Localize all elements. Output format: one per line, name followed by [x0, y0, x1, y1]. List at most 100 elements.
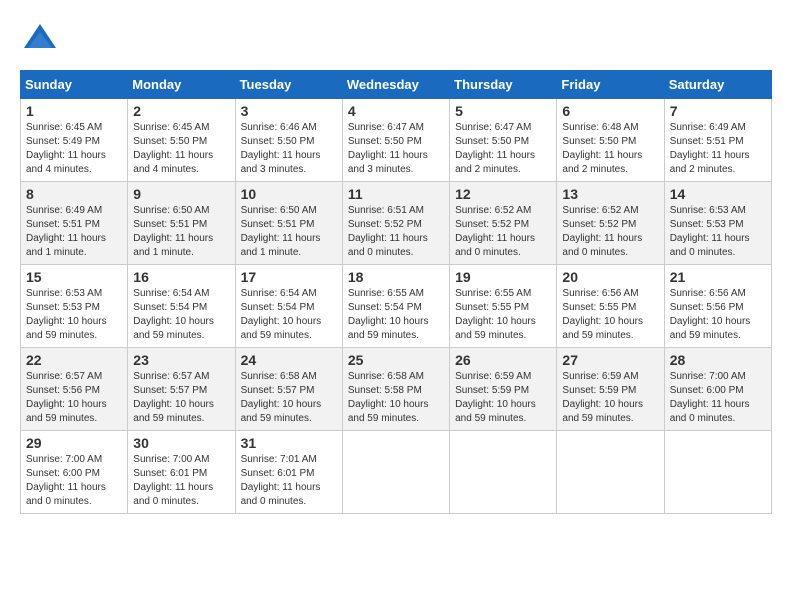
calendar-cell: 27 Sunrise: 6:59 AM Sunset: 5:59 PM Dayl…: [557, 348, 664, 431]
calendar-cell: 22 Sunrise: 6:57 AM Sunset: 5:56 PM Dayl…: [21, 348, 128, 431]
calendar-cell: 23 Sunrise: 6:57 AM Sunset: 5:57 PM Dayl…: [128, 348, 235, 431]
day-number: 30: [133, 435, 229, 451]
calendar-cell: 7 Sunrise: 6:49 AM Sunset: 5:51 PM Dayli…: [664, 99, 771, 182]
day-number: 31: [241, 435, 337, 451]
day-number: 25: [348, 352, 444, 368]
calendar-cell: 4 Sunrise: 6:47 AM Sunset: 5:50 PM Dayli…: [342, 99, 449, 182]
page-header: [20, 20, 772, 60]
logo: [20, 20, 64, 60]
day-info: Sunrise: 6:57 AM Sunset: 5:56 PM Dayligh…: [26, 370, 122, 426]
weekday-header-tuesday: Tuesday: [235, 71, 342, 99]
day-info: Sunrise: 6:52 AM Sunset: 5:52 PM Dayligh…: [455, 204, 551, 260]
day-number: 1: [26, 103, 122, 119]
day-number: 3: [241, 103, 337, 119]
day-info: Sunrise: 7:00 AM Sunset: 6:00 PM Dayligh…: [26, 453, 122, 509]
calendar-cell: 16 Sunrise: 6:54 AM Sunset: 5:54 PM Dayl…: [128, 265, 235, 348]
day-info: Sunrise: 6:55 AM Sunset: 5:55 PM Dayligh…: [455, 287, 551, 343]
day-number: 26: [455, 352, 551, 368]
day-number: 4: [348, 103, 444, 119]
logo-icon: [20, 20, 60, 60]
day-info: Sunrise: 7:01 AM Sunset: 6:01 PM Dayligh…: [241, 453, 337, 509]
day-number: 7: [670, 103, 766, 119]
day-info: Sunrise: 6:47 AM Sunset: 5:50 PM Dayligh…: [455, 121, 551, 177]
weekday-header-wednesday: Wednesday: [342, 71, 449, 99]
day-number: 8: [26, 186, 122, 202]
day-number: 11: [348, 186, 444, 202]
day-info: Sunrise: 6:54 AM Sunset: 5:54 PM Dayligh…: [241, 287, 337, 343]
day-info: Sunrise: 6:58 AM Sunset: 5:57 PM Dayligh…: [241, 370, 337, 426]
weekday-header-row: SundayMondayTuesdayWednesdayThursdayFrid…: [21, 71, 772, 99]
day-info: Sunrise: 6:50 AM Sunset: 5:51 PM Dayligh…: [241, 204, 337, 260]
day-number: 12: [455, 186, 551, 202]
day-info: Sunrise: 6:48 AM Sunset: 5:50 PM Dayligh…: [562, 121, 658, 177]
day-number: 6: [562, 103, 658, 119]
day-info: Sunrise: 6:49 AM Sunset: 5:51 PM Dayligh…: [670, 121, 766, 177]
calendar-week-row: 1 Sunrise: 6:45 AM Sunset: 5:49 PM Dayli…: [21, 99, 772, 182]
day-number: 28: [670, 352, 766, 368]
calendar-cell: 28 Sunrise: 7:00 AM Sunset: 6:00 PM Dayl…: [664, 348, 771, 431]
day-info: Sunrise: 6:55 AM Sunset: 5:54 PM Dayligh…: [348, 287, 444, 343]
day-info: Sunrise: 6:59 AM Sunset: 5:59 PM Dayligh…: [455, 370, 551, 426]
day-number: 5: [455, 103, 551, 119]
day-number: 20: [562, 269, 658, 285]
calendar-cell: [664, 431, 771, 514]
day-info: Sunrise: 6:58 AM Sunset: 5:58 PM Dayligh…: [348, 370, 444, 426]
calendar-cell: 14 Sunrise: 6:53 AM Sunset: 5:53 PM Dayl…: [664, 182, 771, 265]
calendar-cell: 29 Sunrise: 7:00 AM Sunset: 6:00 PM Dayl…: [21, 431, 128, 514]
calendar-cell: 5 Sunrise: 6:47 AM Sunset: 5:50 PM Dayli…: [450, 99, 557, 182]
day-number: 14: [670, 186, 766, 202]
calendar-cell: 8 Sunrise: 6:49 AM Sunset: 5:51 PM Dayli…: [21, 182, 128, 265]
calendar-cell: 24 Sunrise: 6:58 AM Sunset: 5:57 PM Dayl…: [235, 348, 342, 431]
day-info: Sunrise: 6:53 AM Sunset: 5:53 PM Dayligh…: [670, 204, 766, 260]
calendar-cell: 11 Sunrise: 6:51 AM Sunset: 5:52 PM Dayl…: [342, 182, 449, 265]
calendar-cell: 31 Sunrise: 7:01 AM Sunset: 6:01 PM Dayl…: [235, 431, 342, 514]
day-number: 10: [241, 186, 337, 202]
day-number: 27: [562, 352, 658, 368]
weekday-header-saturday: Saturday: [664, 71, 771, 99]
calendar-cell: 17 Sunrise: 6:54 AM Sunset: 5:54 PM Dayl…: [235, 265, 342, 348]
day-info: Sunrise: 6:57 AM Sunset: 5:57 PM Dayligh…: [133, 370, 229, 426]
day-info: Sunrise: 6:56 AM Sunset: 5:55 PM Dayligh…: [562, 287, 658, 343]
calendar-cell: 30 Sunrise: 7:00 AM Sunset: 6:01 PM Dayl…: [128, 431, 235, 514]
calendar-cell: [450, 431, 557, 514]
calendar-cell: 10 Sunrise: 6:50 AM Sunset: 5:51 PM Dayl…: [235, 182, 342, 265]
day-info: Sunrise: 6:56 AM Sunset: 5:56 PM Dayligh…: [670, 287, 766, 343]
day-number: 16: [133, 269, 229, 285]
day-number: 17: [241, 269, 337, 285]
calendar-cell: 19 Sunrise: 6:55 AM Sunset: 5:55 PM Dayl…: [450, 265, 557, 348]
calendar-cell: 2 Sunrise: 6:45 AM Sunset: 5:50 PM Dayli…: [128, 99, 235, 182]
calendar-cell: 25 Sunrise: 6:58 AM Sunset: 5:58 PM Dayl…: [342, 348, 449, 431]
calendar-cell: 1 Sunrise: 6:45 AM Sunset: 5:49 PM Dayli…: [21, 99, 128, 182]
calendar-week-row: 29 Sunrise: 7:00 AM Sunset: 6:00 PM Dayl…: [21, 431, 772, 514]
calendar-cell: 13 Sunrise: 6:52 AM Sunset: 5:52 PM Dayl…: [557, 182, 664, 265]
calendar-cell: 9 Sunrise: 6:50 AM Sunset: 5:51 PM Dayli…: [128, 182, 235, 265]
day-number: 13: [562, 186, 658, 202]
calendar-week-row: 8 Sunrise: 6:49 AM Sunset: 5:51 PM Dayli…: [21, 182, 772, 265]
calendar-week-row: 15 Sunrise: 6:53 AM Sunset: 5:53 PM Dayl…: [21, 265, 772, 348]
day-number: 9: [133, 186, 229, 202]
day-info: Sunrise: 6:49 AM Sunset: 5:51 PM Dayligh…: [26, 204, 122, 260]
day-info: Sunrise: 6:53 AM Sunset: 5:53 PM Dayligh…: [26, 287, 122, 343]
calendar-cell: 6 Sunrise: 6:48 AM Sunset: 5:50 PM Dayli…: [557, 99, 664, 182]
calendar-week-row: 22 Sunrise: 6:57 AM Sunset: 5:56 PM Dayl…: [21, 348, 772, 431]
day-number: 23: [133, 352, 229, 368]
calendar-cell: [342, 431, 449, 514]
calendar-cell: 3 Sunrise: 6:46 AM Sunset: 5:50 PM Dayli…: [235, 99, 342, 182]
day-info: Sunrise: 6:46 AM Sunset: 5:50 PM Dayligh…: [241, 121, 337, 177]
weekday-header-friday: Friday: [557, 71, 664, 99]
calendar-cell: 15 Sunrise: 6:53 AM Sunset: 5:53 PM Dayl…: [21, 265, 128, 348]
calendar-cell: 21 Sunrise: 6:56 AM Sunset: 5:56 PM Dayl…: [664, 265, 771, 348]
day-info: Sunrise: 6:54 AM Sunset: 5:54 PM Dayligh…: [133, 287, 229, 343]
day-number: 19: [455, 269, 551, 285]
weekday-header-thursday: Thursday: [450, 71, 557, 99]
day-info: Sunrise: 6:47 AM Sunset: 5:50 PM Dayligh…: [348, 121, 444, 177]
day-info: Sunrise: 6:45 AM Sunset: 5:49 PM Dayligh…: [26, 121, 122, 177]
day-info: Sunrise: 6:59 AM Sunset: 5:59 PM Dayligh…: [562, 370, 658, 426]
day-number: 22: [26, 352, 122, 368]
day-number: 18: [348, 269, 444, 285]
day-number: 15: [26, 269, 122, 285]
calendar-cell: [557, 431, 664, 514]
day-info: Sunrise: 6:45 AM Sunset: 5:50 PM Dayligh…: [133, 121, 229, 177]
day-number: 2: [133, 103, 229, 119]
day-number: 29: [26, 435, 122, 451]
